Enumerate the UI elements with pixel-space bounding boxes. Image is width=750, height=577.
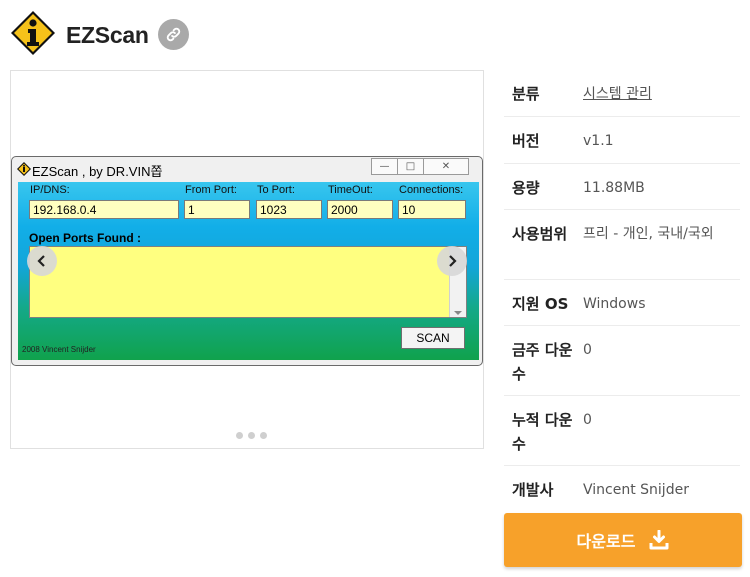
gallery-prev-button[interactable]	[27, 246, 57, 276]
info-row-category: 분류 시스템 관리	[504, 70, 740, 117]
info-key: 지원 OS	[512, 295, 569, 313]
info-value: Vincent Snijder	[583, 482, 689, 498]
close-icon: ✕	[423, 158, 469, 175]
chevron-right-icon	[449, 255, 457, 267]
gallery-dot[interactable]	[236, 432, 243, 439]
app-client-area: IP/DNS: From Port: To Port: TimeOut: Con…	[18, 182, 479, 360]
info-key: 용량	[512, 179, 540, 197]
info-key: 개발사	[512, 481, 554, 499]
app-title: EZScan	[66, 22, 149, 48]
info-row-version: 버전 v1.1	[504, 117, 740, 164]
timeout-label: TimeOut:	[328, 184, 373, 196]
info-row-total-downloads: 누적 다운수 0	[504, 396, 740, 466]
maximize-icon: □	[397, 158, 424, 175]
ip-field: 192.168.0.4	[29, 200, 179, 219]
link-icon	[166, 27, 181, 42]
gallery-pagination	[236, 432, 267, 439]
info-row-size: 용량 11.88MB	[504, 164, 740, 210]
open-ports-list	[29, 246, 467, 318]
info-value: Windows	[583, 296, 646, 312]
info-row-license: 사용범위 프리 - 개인, 국내/국외	[504, 210, 740, 280]
ip-label: IP/DNS:	[30, 184, 70, 196]
info-row-os: 지원 OS Windows	[504, 280, 740, 326]
info-value: 11.88MB	[583, 180, 645, 196]
connections-label: Connections:	[399, 184, 464, 196]
info-key: 누적 다운수	[512, 411, 573, 453]
info-key: 버전	[512, 132, 540, 150]
window-controls: — □ ✕	[371, 158, 469, 175]
download-button[interactable]: 다운로드	[504, 513, 742, 567]
info-value: 0	[583, 412, 592, 428]
info-warning-sign-icon	[11, 11, 55, 55]
info-key: 금주 다운수	[512, 341, 573, 383]
info-value: v1.1	[583, 133, 614, 149]
copy-link-button[interactable]	[158, 19, 189, 50]
connections-field: 10	[398, 200, 466, 219]
info-key: 분류	[512, 85, 540, 103]
to-port-label: To Port:	[257, 184, 295, 196]
info-row-developer: 개발사 Vincent Snijder	[504, 466, 740, 512]
gallery-dot[interactable]	[248, 432, 255, 439]
info-row-weekly-downloads: 금주 다운수 0	[504, 326, 740, 396]
from-port-field: 1	[184, 200, 250, 219]
gallery-next-button[interactable]	[437, 246, 467, 276]
chevron-left-icon	[37, 255, 45, 267]
timeout-field: 2000	[327, 200, 393, 219]
app-screenshot-window: EZScan , by DR.VIN쫍 — □ ✕ IP/DNS: From P…	[11, 156, 483, 366]
app-small-icon	[17, 162, 31, 176]
copyright-text: 2008 Vincent Snijder	[22, 345, 96, 354]
info-table: 분류 시스템 관리 버전 v1.1 용량 11.88MB 사용범위 프리 - 개…	[504, 70, 740, 512]
category-link[interactable]: 시스템 관리	[583, 82, 740, 116]
gallery-dot[interactable]	[260, 432, 267, 439]
to-port-field: 1023	[256, 200, 322, 219]
info-key: 사용범위	[512, 225, 568, 243]
open-ports-label: Open Ports Found :	[29, 231, 141, 245]
minimize-icon: —	[371, 158, 398, 175]
window-title: EZScan , by DR.VIN쫍	[32, 164, 163, 179]
download-icon	[649, 530, 669, 550]
scan-button: SCAN	[401, 327, 465, 349]
from-port-label: From Port:	[185, 184, 237, 196]
info-value: 0	[583, 342, 592, 358]
download-label: 다운로드	[576, 532, 636, 551]
info-value: 프리 - 개인, 국내/국외	[583, 226, 714, 242]
